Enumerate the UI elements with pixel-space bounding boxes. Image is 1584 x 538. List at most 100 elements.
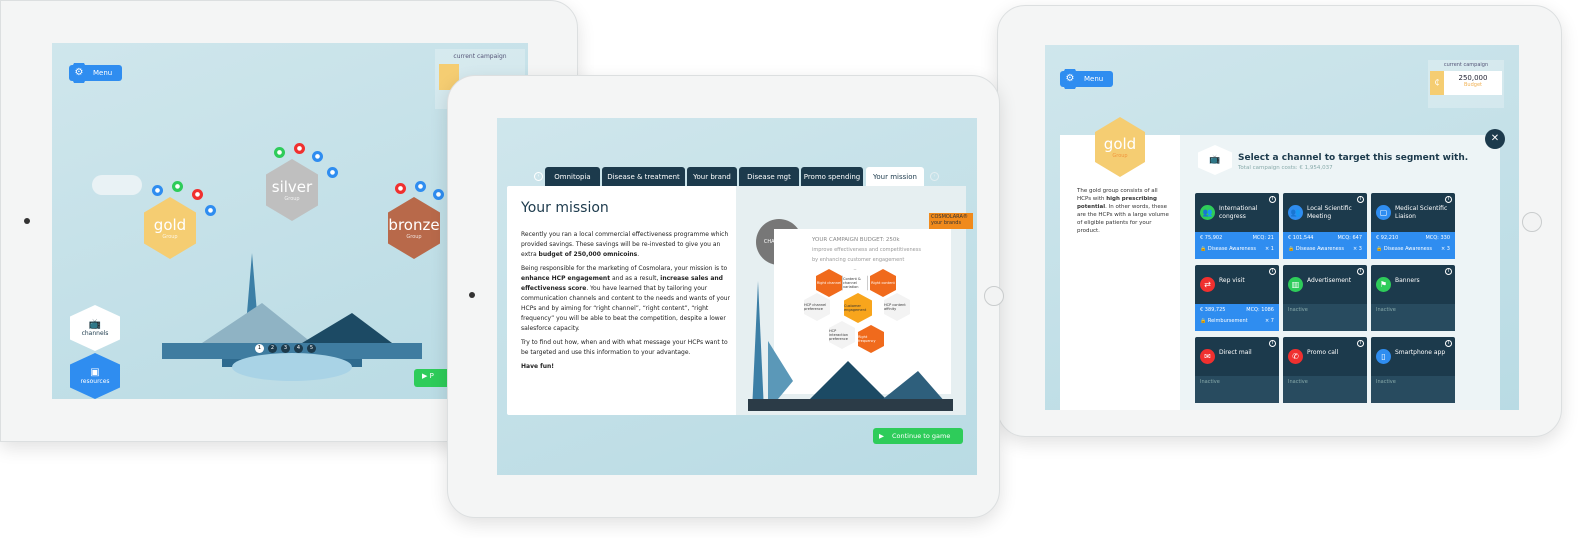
group-name: bronze: [388, 216, 440, 234]
resources-button[interactable]: ▣ resources: [70, 353, 120, 399]
bag-icon: ▣: [90, 367, 100, 378]
lock-icon: 🔒: [1376, 246, 1383, 252]
channel-card[interactable]: ⇄ Rep visit i € 389,725 MCQ: 1086 🔒 Reimburse…: [1195, 265, 1279, 331]
menu-label: Menu: [1084, 75, 1104, 83]
flag-icon: ⚑: [1376, 277, 1391, 292]
people-icon: ●: [172, 181, 183, 192]
channels-button[interactable]: 📺 channels: [70, 305, 120, 351]
card-count: × 7: [1265, 318, 1274, 324]
page-5[interactable]: 5: [307, 344, 316, 353]
info-icon[interactable]: i: [1445, 196, 1452, 203]
info-icon[interactable]: i: [1445, 268, 1452, 275]
channel-card[interactable]: ⚑ Banners i Inactive: [1371, 265, 1455, 331]
page-3[interactable]: 3: [281, 344, 290, 353]
card-cost: € 101,544: [1288, 235, 1314, 241]
channel-card[interactable]: 👥 Local Scientific Meeting i € 101,544 MCQ: …: [1283, 193, 1367, 259]
card-mcq: MCQ: 21: [1252, 235, 1274, 241]
segment-sub: Group: [1112, 153, 1128, 159]
menu-button[interactable]: ⚙ Menu: [1060, 69, 1114, 89]
card-status: Inactive: [1371, 376, 1455, 403]
card-status: Inactive: [1371, 304, 1455, 331]
home-button[interactable]: [1522, 212, 1542, 232]
page-1[interactable]: 1: [255, 344, 264, 353]
channel-card[interactable]: ✆ Promo call i Inactive: [1283, 337, 1367, 403]
mission-dialog: Your mission Recently you ran a local co…: [507, 186, 973, 415]
group-gold[interactable]: gold Group: [144, 197, 196, 259]
play-icon: ▶: [879, 432, 884, 440]
tv-icon: 📺: [1198, 145, 1232, 175]
tab-your-brand[interactable]: Your brand: [687, 167, 737, 186]
group-bronze[interactable]: bronze Group: [388, 197, 440, 259]
info-icon[interactable]: i: [1269, 268, 1276, 275]
card-stats: € 101,544 MCQ: 647 🔒 Disease Awareness × 3: [1283, 232, 1367, 259]
tab-next[interactable]: ›: [930, 172, 939, 181]
handshake-icon: ⇄: [1200, 277, 1215, 292]
card-name: Promo call: [1307, 349, 1339, 356]
channel-card[interactable]: ▢ Medical Scientific Liaison i € 92,210 MCQ:…: [1371, 193, 1455, 259]
tab-disease-treatment[interactable]: Disease & treatment: [602, 167, 685, 186]
segment-description: The gold group consists of all HCPs with…: [1077, 188, 1169, 234]
tab-prev[interactable]: ‹: [534, 172, 543, 181]
tab-omnitopia[interactable]: Omnitopia: [545, 167, 600, 186]
info-icon[interactable]: i: [1357, 268, 1364, 275]
close-button[interactable]: ✕: [1485, 129, 1505, 149]
campaign-label: current campaign: [1443, 62, 1489, 68]
clipboard-icon: ●: [312, 151, 323, 162]
card-tag: 🔒 Reimbursement: [1200, 318, 1248, 324]
card-count: × 3: [1353, 246, 1362, 252]
handshake-icon: ●: [192, 189, 203, 200]
dialog-title: Your mission: [521, 200, 609, 216]
card-stats: € 92,210 MCQ: 330 🔒 Disease Awareness × 3: [1371, 232, 1455, 259]
info-icon[interactable]: i: [1269, 340, 1276, 347]
info-icon[interactable]: i: [1357, 340, 1364, 347]
panel-subheading: Total campaign costs: € 1,954,037: [1238, 165, 1333, 171]
channel-card[interactable]: ▥ Advertisement i Inactive: [1283, 265, 1367, 331]
mail-icon: ✉: [1200, 349, 1215, 364]
home-button[interactable]: [984, 286, 1004, 306]
card-status: Inactive: [1195, 376, 1279, 403]
city-island: [162, 253, 422, 381]
page-2[interactable]: 2: [268, 344, 277, 353]
lock-icon: 🔒: [1288, 246, 1295, 252]
card-cost: € 92,210: [1376, 235, 1399, 241]
phone-icon: ✆: [1288, 349, 1303, 364]
bullet-1: improve effectiveness and competitivenes…: [812, 247, 921, 253]
page-4[interactable]: 4: [294, 344, 303, 353]
bullet-2: by enhancing customer engagement: [812, 257, 905, 263]
info-icon[interactable]: i: [1357, 196, 1364, 203]
menu-label: Menu: [93, 69, 113, 77]
card-tag: 🔒 Disease Awareness: [1376, 246, 1432, 252]
info-icon[interactable]: i: [1269, 196, 1276, 203]
people-icon: ●: [152, 185, 163, 196]
tab-promo-spending[interactable]: Promo spending: [801, 167, 863, 186]
lock-icon: 🔒: [1200, 246, 1207, 252]
handshake-icon: ●: [395, 183, 406, 194]
play-icon: ▶: [422, 372, 430, 380]
budget-text: YOUR CAMPAIGN BUDGET: 250k: [812, 237, 900, 243]
right-screen: ⚙ Menu current campaign ₵ 250,000 Budget Th…: [1045, 45, 1519, 410]
camera: [24, 218, 30, 224]
channel-card[interactable]: ▯ Smartphone app i Inactive: [1371, 337, 1455, 403]
card-tag: 🔒 Disease Awareness: [1200, 246, 1256, 252]
tab-disease-mgt[interactable]: Disease mgt: [739, 167, 799, 186]
continue-button[interactable]: ▶ Continue to game: [873, 428, 963, 444]
people-icon: 👥: [1288, 205, 1303, 220]
channel-card[interactable]: 👥 International congress i € 75,902 MCQ: 21 🔒…: [1195, 193, 1279, 259]
people-icon: ●: [274, 147, 285, 158]
lock-icon: 🔒: [1200, 318, 1207, 324]
tab-your-mission[interactable]: Your mission: [866, 167, 924, 186]
card-status: Inactive: [1283, 304, 1367, 331]
close-icon: ✕: [1490, 133, 1500, 144]
gear-icon: ⚙: [1060, 69, 1080, 89]
info-icon[interactable]: i: [1445, 340, 1452, 347]
cloud: [92, 175, 142, 195]
people-icon: 👥: [1200, 205, 1215, 220]
menu-button[interactable]: ⚙ Menu: [69, 63, 123, 83]
group-silver[interactable]: silver Group: [266, 159, 318, 221]
current-campaign: current campaign ₵ 250,000 Budget: [1428, 60, 1504, 108]
card-cost: € 389,725: [1200, 307, 1226, 313]
card-name: Direct mail: [1219, 349, 1252, 356]
clipboard-icon: ▢: [1376, 205, 1391, 220]
channel-card[interactable]: ✉ Direct mail i Inactive: [1195, 337, 1279, 403]
card-name: International congress: [1219, 205, 1258, 220]
